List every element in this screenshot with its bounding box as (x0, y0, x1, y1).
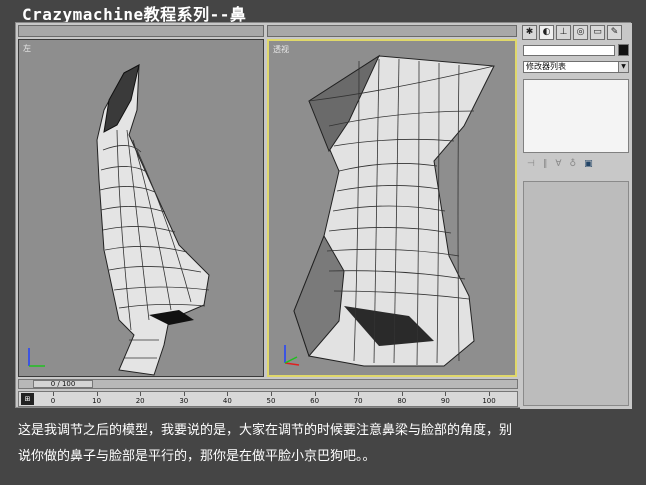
object-color-swatch[interactable] (618, 44, 629, 56)
track-tick-label: 20 (135, 397, 145, 405)
track-tick (445, 392, 447, 396)
track-tick (401, 392, 403, 396)
motion-tab-icon[interactable]: ◎ (573, 25, 588, 40)
axis-gizmo-left (28, 348, 45, 367)
hierarchy-tab-icon[interactable]: ⊥ (556, 25, 571, 40)
chevron-down-icon: ▼ (618, 62, 628, 72)
caption-line-2: 说你做的鼻子与脸部是平行的，那你是在做平脸小京巴狗吧。。 (18, 449, 376, 464)
viewport-perspective[interactable]: 透视 (267, 39, 517, 377)
modifier-stack[interactable] (523, 79, 629, 153)
track-tick (140, 392, 142, 396)
track-tick (96, 392, 98, 396)
track-tick (358, 392, 360, 396)
viewport-top-strip-left (18, 25, 264, 37)
viewport-left-label[interactable]: 左 (23, 43, 31, 54)
command-panel: ✱ ◐ ⊥ ◎ ▭ ✎ 修改器列表 ▼ ⊣ ‖ ∀ ♁ ▣ (520, 23, 632, 409)
track-tick (183, 392, 185, 396)
max-window: 左 透视 ✱ ◐ ⊥ ◎ ▭ ✎ 修改器列表 ▼ ⊣ ‖ ∀ ♁ ▣ 0 / 1… (15, 22, 632, 409)
show-end-result-icon[interactable]: ‖ (543, 159, 548, 169)
track-tick (489, 392, 490, 396)
display-tab-icon[interactable]: ▭ (590, 25, 605, 40)
nose-side-mesh (96, 64, 210, 376)
track-tick (314, 392, 316, 396)
modifier-list-label: 修改器列表 (526, 62, 566, 71)
track-tick (227, 392, 229, 396)
create-tab-icon[interactable]: ✱ (522, 25, 537, 40)
track-bar[interactable]: ⊞ 0 10 20 30 40 50 60 70 80 90 100 (18, 391, 518, 407)
viewport-left[interactable]: 左 (18, 39, 264, 377)
viewport-top-strip-right (267, 25, 517, 37)
track-tick-label: 100 (482, 397, 496, 405)
command-panel-tabs: ✱ ◐ ⊥ ◎ ▭ ✎ (522, 25, 622, 41)
track-tick-label: 50 (266, 397, 276, 405)
viewport-persp-label[interactable]: 透视 (273, 44, 289, 55)
caption-line-1: 这是我调节之后的模型，我要说的是，大家在调节的时候要注意鼻梁与脸部的角度，别 (18, 423, 513, 438)
axis-gizmo-persp (284, 345, 300, 366)
track-tick (53, 392, 54, 396)
track-tick-label: 40 (222, 397, 232, 405)
utility-tab-icon[interactable]: ✎ (607, 25, 622, 40)
parameters-rollout (523, 181, 629, 406)
time-slider-bar[interactable]: 0 / 100 (18, 379, 518, 389)
track-tick-label: 70 (353, 397, 363, 405)
nose-persp-mesh (293, 54, 495, 367)
pin-stack-icon[interactable]: ⊣ (527, 159, 535, 169)
make-unique-icon[interactable]: ∀ (555, 159, 561, 169)
track-bar-icon[interactable]: ⊞ (21, 393, 34, 405)
track-tick-label: 0 (50, 397, 56, 405)
track-tick-label: 60 (310, 397, 320, 405)
configure-sets-icon[interactable]: ▣ (584, 159, 593, 169)
stack-buttons: ⊣ ‖ ∀ ♁ ▣ (524, 157, 630, 171)
time-slider-thumb[interactable]: 0 / 100 (33, 380, 93, 388)
object-name-field[interactable] (523, 45, 615, 56)
remove-modifier-icon[interactable]: ♁ (570, 159, 577, 169)
track-tick-label: 90 (440, 397, 450, 405)
track-tick-label: 30 (179, 397, 189, 405)
track-tick-label: 80 (397, 397, 407, 405)
modifier-list-dropdown[interactable]: 修改器列表 ▼ (523, 61, 629, 73)
caption: 这是我调节之后的模型，我要说的是，大家在调节的时候要注意鼻梁与脸部的角度，别 说… (18, 418, 628, 470)
track-tick (271, 392, 272, 396)
track-tick-label: 10 (92, 397, 102, 405)
modify-tab-icon[interactable]: ◐ (539, 25, 554, 40)
